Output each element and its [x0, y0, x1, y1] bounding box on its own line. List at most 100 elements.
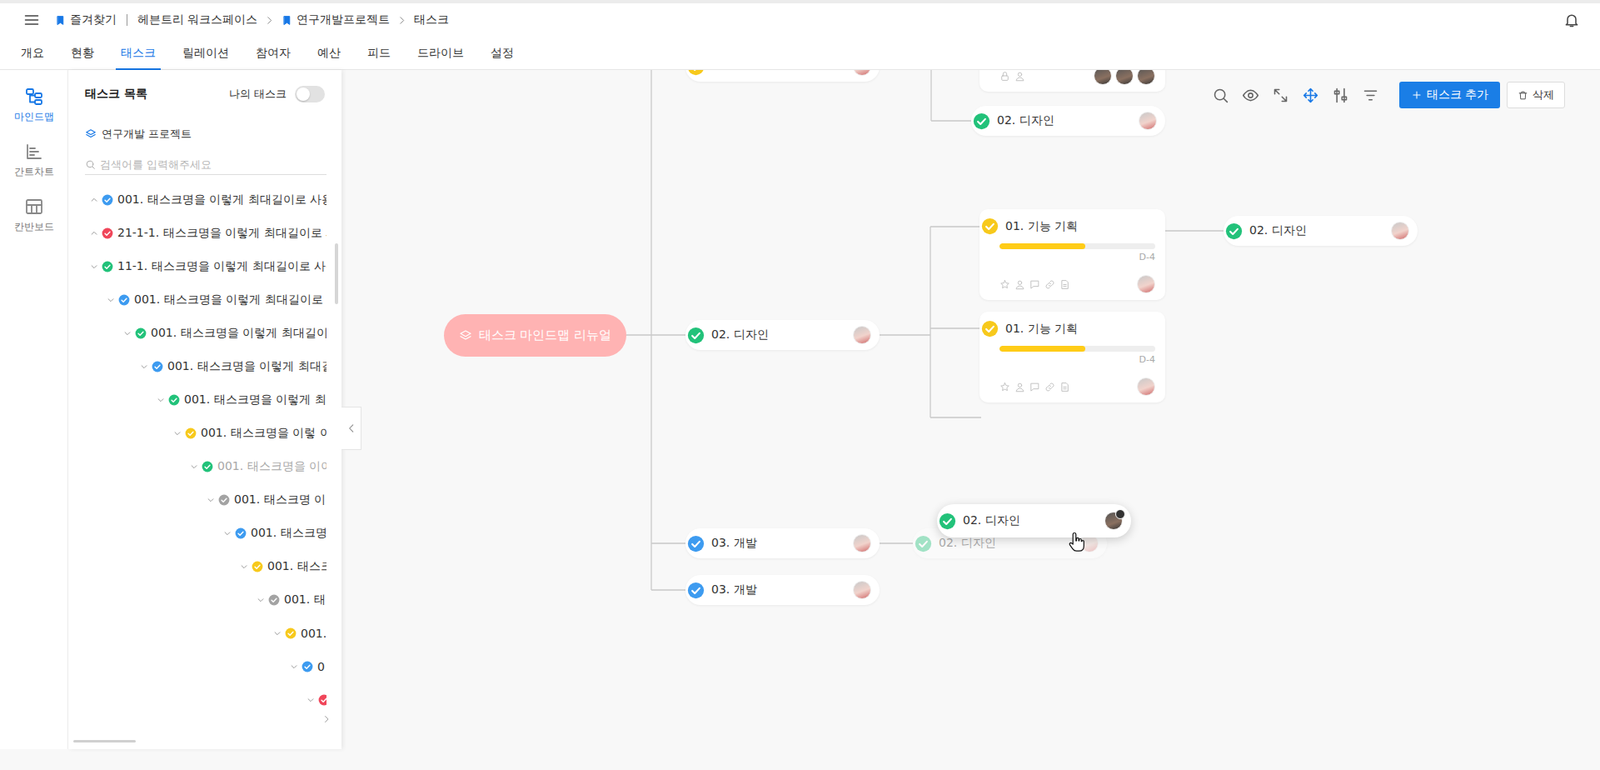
view-item[interactable]: 간트차트 [9, 141, 60, 179]
lock-icon[interactable] [999, 70, 1011, 82]
avatar[interactable] [1136, 274, 1156, 294]
project-name[interactable]: 연구개발 프로젝트 [101, 126, 192, 142]
filter-icon[interactable] [1361, 86, 1380, 105]
task-title[interactable]: 001. 태 [284, 592, 326, 608]
avatar[interactable] [1104, 511, 1123, 530]
breadcrumb-item[interactable]: 연구개발프로젝트 [281, 12, 390, 28]
tab-label[interactable]: 드라이브 [417, 45, 464, 61]
tab-label[interactable]: 참여자 [255, 45, 291, 61]
task-title[interactable]: 001. 태스크명 이렇 [234, 492, 327, 508]
root-node[interactable]: 태스크 마인드맵 리뉴얼 [443, 314, 627, 357]
node-title[interactable]: 02. 디자인 [938, 535, 1081, 551]
link-icon[interactable] [1044, 279, 1056, 290]
trash-icon[interactable] [1517, 89, 1529, 101]
task-title[interactable]: 001. 태스크명을 이이렇 [217, 458, 327, 474]
task-title[interactable]: 001. 태스크명을 이렇게 최대길이로 이렇게 [134, 292, 327, 308]
vertical-scroll-thumb[interactable] [334, 243, 339, 305]
tab-label[interactable]: 릴레이션 [182, 45, 230, 61]
delete-label[interactable]: 삭제 [1532, 87, 1555, 103]
chevron-down-icon[interactable] [123, 328, 132, 338]
task-row[interactable]: 001. 태스크명을 이렇 이렇 [68, 416, 327, 450]
avatar[interactable] [1136, 69, 1156, 85]
star-icon[interactable] [999, 279, 1011, 290]
move-icon[interactable] [1301, 86, 1320, 105]
task-node[interactable]: 02. 디자인 [1223, 215, 1418, 246]
chevron-up-icon[interactable] [89, 195, 99, 205]
tool-button[interactable] [1295, 81, 1326, 109]
gantt-icon[interactable] [24, 141, 45, 162]
task-title[interactable]: 001. 태스크명을 이렇게 최대길이 이렇게 [150, 325, 327, 341]
tab[interactable]: 설정 [477, 36, 528, 70]
chevron-down-icon[interactable] [239, 562, 249, 571]
avatar[interactable] [852, 533, 872, 553]
task-row[interactable]: 001. 태스크명을 이렇게 최이렇 [68, 383, 327, 417]
collapse-panel-button[interactable] [341, 406, 362, 450]
task-row[interactable]: 21-1-1. 태스크명을 이렇게 최대길이로 사용 이 [68, 216, 327, 250]
search-icon[interactable] [1211, 86, 1230, 105]
avatar[interactable] [1136, 377, 1156, 396]
mindmap-icon[interactable] [24, 86, 45, 107]
plus-icon[interactable] [1410, 89, 1423, 101]
task-node[interactable]: 02. 디자인 [971, 105, 1166, 136]
node-title[interactable]: 03. 개발 [711, 582, 853, 598]
tab-label[interactable]: 설정 [490, 45, 514, 61]
task-node[interactable]: 03. 개발 [685, 528, 880, 559]
eye-icon[interactable] [1241, 86, 1260, 105]
user-icon[interactable] [1014, 381, 1026, 393]
task-title[interactable]: 21-1-1. 태스크명을 이렇게 최대길이로 사용 이 [117, 225, 327, 241]
breadcrumb-label[interactable]: 연구개발프로젝트 [296, 12, 390, 28]
tool-button[interactable] [1325, 81, 1356, 109]
task-row[interactable]: 11-1. 태스크명을 이렇게 최대길이로 사용 이렇 [68, 249, 327, 284]
breadcrumb-label[interactable]: 태스크 [413, 12, 449, 28]
tab[interactable]: 피드 [353, 36, 404, 70]
chevron-down-icon[interactable] [289, 662, 299, 671]
task-title[interactable]: 001. 태스크명을 이렇게 최대길이로 사용 이렇게 [117, 192, 327, 208]
task-title[interactable]: 001. 태스크명을 이렇게 최대길이렇 [167, 358, 327, 374]
star-icon[interactable] [999, 381, 1011, 393]
task-row[interactable]: 001. 태스크명을 이렇게 최대길이 이렇게 [68, 316, 327, 350]
tab[interactable]: 드라이브 [403, 36, 478, 70]
node-title[interactable]: 02. 디자인 [1249, 223, 1391, 239]
add-task-button[interactable]: 태스크 추가 [1399, 81, 1501, 109]
task-row[interactable]: 001. 태스크명을 이렇게 최대길이로 사용 이렇게 [68, 183, 327, 217]
task-node[interactable]: 02. 디자인 [937, 503, 1132, 538]
avatar[interactable] [1115, 69, 1134, 85]
avatar[interactable] [1093, 69, 1112, 85]
task-row[interactable]: 001. [68, 616, 327, 650]
task-title[interactable]: 001. 태스크명 [250, 525, 327, 541]
avatar[interactable] [1390, 221, 1410, 240]
avatar[interactable] [852, 580, 872, 599]
tab-label[interactable]: 피드 [367, 45, 391, 61]
task-node[interactable]: 02. 디자인 [685, 319, 880, 350]
breadcrumb-item[interactable]: 즐겨찾기 [54, 12, 117, 28]
menu-icon[interactable] [23, 11, 40, 29]
tab-label[interactable]: 태스크 [120, 45, 156, 61]
task-row[interactable]: 001. 태스크명을 이이렇 [68, 449, 327, 484]
breadcrumb-label[interactable]: 헤븐트리 워크스페이스 [137, 12, 258, 28]
tab[interactable]: 태스크 [107, 36, 170, 70]
task-node[interactable]: 03. 개발 [685, 574, 880, 605]
chevron-down-icon[interactable] [273, 628, 282, 638]
doc-icon[interactable] [1059, 279, 1071, 290]
node-title[interactable]: 02. 디자인 [962, 513, 1105, 529]
task-title[interactable]: 11-1. 태스크명을 이렇게 최대길이로 사용 이렇 [117, 259, 327, 275]
task-row[interactable]: 001. 태스크명을 이렇게 최대길이렇 [68, 349, 327, 384]
tab-label[interactable]: 예산 [317, 45, 341, 61]
tool-button[interactable] [1206, 81, 1237, 109]
card-title[interactable]: 01. 기능 기획 [1005, 219, 1078, 235]
tool-button[interactable] [1355, 81, 1386, 109]
tab[interactable]: 릴레이션 [169, 36, 243, 70]
breadcrumb-item[interactable]: 헤븐트리 워크스페이스 [137, 12, 258, 28]
add-task-label[interactable]: 태스크 추가 [1426, 87, 1489, 103]
chevron-left-icon[interactable] [345, 422, 358, 434]
view-label[interactable]: 간트차트 [14, 165, 55, 179]
expand-icon[interactable] [1271, 86, 1290, 105]
avatar[interactable] [852, 69, 872, 76]
breadcrumb-label[interactable]: 즐겨찾기 [69, 12, 117, 28]
task-row[interactable]: 0 [68, 649, 327, 683]
my-task-toggle[interactable] [294, 85, 325, 103]
task-row[interactable] [68, 682, 327, 714]
chevron-down-icon[interactable] [139, 362, 149, 371]
avatar[interactable] [852, 325, 872, 344]
tab-label[interactable]: 현황 [70, 45, 95, 61]
